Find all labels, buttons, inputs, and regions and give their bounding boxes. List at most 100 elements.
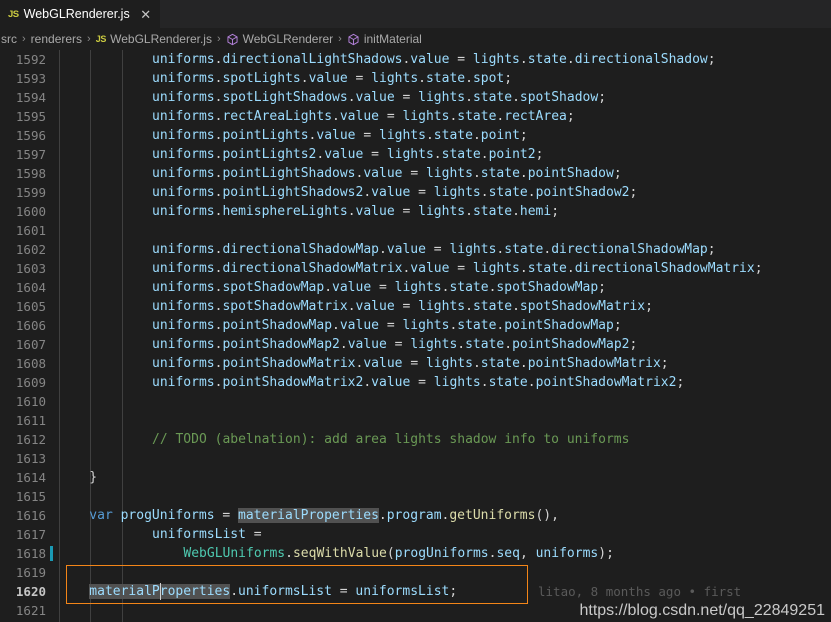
close-icon[interactable]: ✕: [139, 8, 153, 21]
code-editor[interactable]: 1592 uniforms.directionalLightShadows.val…: [0, 50, 831, 622]
code-token: value: [355, 90, 395, 105]
code-line[interactable]: 1617 uniformsList =: [0, 525, 831, 544]
javascript-file-icon: JS: [8, 8, 19, 20]
code-line[interactable]: 1592 uniforms. directionalLightShadows. val…: [0, 50, 831, 69]
code-token: pointLightShadows2: [222, 185, 364, 200]
code-line[interactable]: 1605 uniforms.spotShadowMatrix.value = li…: [0, 297, 831, 316]
code-token: =: [371, 147, 379, 162]
code-token: uniforms: [152, 71, 215, 86]
code-line[interactable]: 1600 uniforms.hemisphereLights.value = li…: [0, 202, 831, 221]
code-token: lights: [418, 204, 466, 219]
line-number: 1606: [15, 318, 46, 333]
code-line[interactable]: 1603 uniforms.directionalShadowMatrix.val…: [0, 259, 831, 278]
chevron-right-icon: ›: [87, 33, 91, 45]
code-line[interactable]: 1607 uniforms.pointShadowMap2.value = lig…: [0, 335, 831, 354]
code-token: program: [386, 508, 442, 523]
line-number: 1615: [15, 489, 46, 504]
code-lines-container[interactable]: 1592 uniforms.directionalLightShadows.val…: [0, 50, 831, 620]
code-token: state: [472, 204, 513, 219]
code-line[interactable]: 1609 uniforms.pointShadowMatrix2.value = …: [0, 373, 831, 392]
code-line[interactable]: 1619: [0, 563, 831, 582]
code-token: ;: [598, 90, 607, 105]
code-line[interactable]: 1614}: [0, 468, 831, 487]
code-token: .: [230, 584, 239, 599]
code-line[interactable]: 1616 var progUniforms = materialPropertie…: [0, 506, 831, 525]
code-token: .: [418, 71, 426, 86]
code-line[interactable]: 1611: [0, 411, 831, 430]
code-line[interactable]: 1608 uniforms.pointShadowMatrix.value = l…: [0, 354, 831, 373]
breadcrumb-item-renderers[interactable]: renderers: [30, 32, 83, 46]
tab-webglrenderer-js[interactable]: JS WebGLRenderer.js ✕: [0, 0, 160, 28]
code-token: seqWithValue: [292, 546, 387, 561]
code-token: uniforms: [152, 337, 215, 352]
code-token: ;: [613, 166, 622, 181]
code-token: .: [480, 185, 489, 200]
gutter-change-marker: [50, 546, 53, 561]
code-line[interactable]: 1604 uniforms.spotShadowMap.value = light…: [0, 278, 831, 297]
code-text: uniforms.spotLights.value = lights.state…: [152, 69, 512, 88]
code-line[interactable]: 1593 uniforms.spotLights.value = lights.s…: [0, 69, 831, 88]
javascript-file-icon: JS: [95, 34, 107, 44]
code-line[interactable]: 1618 WebGLUniforms.seqWithValue(progUnifo…: [0, 544, 831, 563]
code-line[interactable]: 1599 uniforms.pointLightShadows2.value = …: [0, 183, 831, 202]
code-line[interactable]: 1610: [0, 392, 831, 411]
breadcrumb-item-src[interactable]: src: [0, 32, 18, 46]
code-text: uniforms.directionalShadowMatrix.value =…: [152, 259, 763, 278]
code-text: }: [89, 468, 97, 487]
csdn-watermark: https://blog.csdn.net/qq_22849251: [579, 602, 825, 619]
line-number: 1598: [15, 166, 46, 181]
code-token: pointShadowMatrix2: [535, 375, 677, 390]
code-token: value: [386, 242, 426, 257]
code-line[interactable]: 1613: [0, 449, 831, 468]
code-token: point2: [488, 147, 536, 162]
line-number: 1607: [15, 337, 46, 352]
breadcrumb-item-initmaterial-symbol[interactable]: initMaterial: [346, 32, 423, 46]
code-text: uniforms.pointShadowMap.value = lights.s…: [152, 316, 622, 335]
code-line[interactable]: 1597 uniforms. pointLights2. value = lights…: [0, 145, 831, 164]
code-text: uniforms. directionalLightShadows. value =…: [152, 50, 716, 69]
code-line[interactable]: 1594 uniforms.spotLightShadows.value = li…: [0, 88, 831, 107]
code-line[interactable]: 1615: [0, 487, 831, 506]
code-token: directionalLightShadows: [222, 52, 403, 67]
code-token: ;: [645, 299, 653, 314]
code-line[interactable]: 1601: [0, 221, 831, 240]
code-token: spotShadowMatrix: [519, 299, 646, 314]
breadcrumb-item-webglrenderer-js[interactable]: JS WebGLRenderer.js: [95, 32, 213, 46]
code-token: .: [512, 299, 520, 314]
code-line[interactable]: 1602 uniforms.directionalShadowMap.value …: [0, 240, 831, 259]
code-line[interactable]: 1596 uniforms.pointLights.value = lights.…: [0, 126, 831, 145]
line-number: 1608: [15, 356, 46, 371]
code-line[interactable]: 1606 uniforms.pointShadowMap.value = ligh…: [0, 316, 831, 335]
code-text: uniforms.hemisphereLights.value = lights…: [152, 202, 559, 221]
tab-bar-empty-space: [159, 0, 831, 28]
code-token: lights: [472, 261, 520, 276]
code-token: lights: [410, 337, 458, 352]
code-token: value: [410, 52, 450, 67]
code-token: state: [441, 147, 481, 162]
breadcrumb-label: initMaterial: [363, 32, 422, 46]
code-token: uniforms: [152, 318, 215, 333]
code-token: uniforms: [152, 242, 215, 257]
code-token: lights: [402, 318, 450, 333]
code-token: =: [418, 185, 426, 200]
code-token: pointShadowMap: [504, 318, 614, 333]
breadcrumb: src › renderers › JS WebGLRenderer.js › …: [0, 28, 831, 50]
code-token: .: [519, 356, 528, 371]
code-line[interactable]: 1595 uniforms.rectAreaLights.value = ligh…: [0, 107, 831, 126]
code-token: =: [379, 280, 387, 295]
code-text: uniforms.spotLightShadows.value = lights…: [152, 88, 606, 107]
code-token: lights: [425, 166, 473, 181]
breadcrumb-item-webglrenderer-symbol[interactable]: WebGLRenderer: [225, 32, 335, 46]
code-token: pointLightShadows: [222, 166, 356, 181]
code-token: uniforms: [152, 204, 215, 219]
code-token: getUniforms: [449, 508, 536, 523]
code-token: uniforms: [152, 299, 215, 314]
code-text: uniformsList =: [152, 525, 262, 544]
code-line[interactable]: 1612 // TODO (abelnation): add area light…: [0, 430, 831, 449]
code-token: progUniforms: [120, 508, 215, 523]
code-line[interactable]: 1598 uniforms. pointLightShadows. value = l…: [0, 164, 831, 183]
code-token: state: [433, 128, 473, 143]
